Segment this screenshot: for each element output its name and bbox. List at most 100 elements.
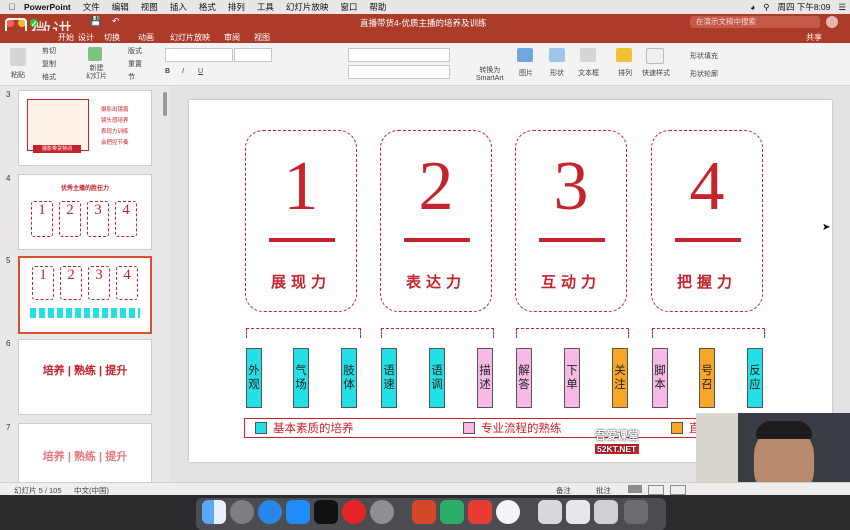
search-icon[interactable]: ⚲ [763, 2, 769, 13]
font-size-select[interactable] [234, 48, 272, 62]
slide-thumbnail-5[interactable]: 1 2 3 4 [18, 256, 152, 334]
current-slide[interactable]: 1 展现力 2 表达力 3 互动力 4 把握力 外观 气场 肢体 语速 语调 描… [189, 100, 832, 462]
window-thumbnail-icon[interactable] [594, 500, 618, 524]
shape-fill-button[interactable]: 形状填充 [690, 51, 718, 61]
thumbnail-caption: 摄影带货特训 [33, 145, 81, 153]
arrange-icon[interactable] [616, 48, 632, 62]
menu-help[interactable]: 帮助 [369, 1, 386, 13]
powerpoint-icon[interactable] [412, 500, 436, 524]
normal-view-icon[interactable] [628, 485, 642, 493]
menu-tools[interactable]: 工具 [257, 1, 274, 13]
slide-thumbnail-4[interactable]: 优秀主播的胜任力 1 2 3 4 [18, 174, 152, 250]
format-painter-button[interactable]: 格式 [42, 72, 56, 82]
picture-icon[interactable] [517, 48, 533, 62]
music-icon[interactable] [342, 500, 366, 524]
menu-format[interactable]: 格式 [199, 1, 216, 13]
new-slide-button[interactable]: 新建 幻灯片 [86, 65, 107, 81]
share-button[interactable]: 共享 [806, 32, 822, 43]
card-number: 4 [689, 148, 725, 225]
finder-icon[interactable] [202, 500, 226, 524]
new-slide-icon[interactable] [88, 47, 102, 61]
group-bracket [516, 328, 629, 338]
slide-thumbnail-7[interactable]: 培养 | 熟练 | 提升 [18, 423, 152, 482]
card-label: 表达力 [405, 274, 466, 291]
menu-insert[interactable]: 插入 [170, 1, 187, 13]
arrange-button[interactable]: 排列 [618, 68, 632, 78]
app-menu[interactable]: PowerPoint [24, 2, 71, 12]
control-center-icon[interactable]: ☰ [838, 2, 846, 13]
trash-icon[interactable] [624, 500, 648, 524]
document-icon[interactable] [538, 500, 562, 524]
search-input[interactable]: 在演示文稿中搜索 [690, 16, 820, 28]
card-number: 2 [418, 148, 454, 225]
menu-slideshow[interactable]: 幻灯片放映 [286, 1, 329, 13]
skill-box: 解答 [516, 348, 532, 408]
alignment-controls[interactable] [348, 65, 450, 79]
reset-button[interactable]: 重置 [128, 59, 142, 69]
tab-home[interactable]: 开始 [58, 32, 74, 43]
document-title: 直播带货4-优质主播的培养及训练 [360, 18, 487, 28]
menu-window[interactable]: 窗口 [340, 1, 357, 13]
tab-slideshow[interactable]: 幻灯片放映 [170, 32, 210, 43]
slide-thumbnail-6[interactable]: 培养 | 熟练 | 提升 [18, 339, 152, 415]
copy-button[interactable]: 复制 [42, 59, 56, 69]
cloud-app-icon[interactable] [496, 500, 520, 524]
thumbnail-scrollbar[interactable] [163, 92, 167, 116]
tab-design[interactable]: 设计 [78, 32, 94, 43]
app-store-icon[interactable] [286, 500, 310, 524]
wechat-icon[interactable] [440, 500, 464, 524]
cut-button[interactable]: 剪切 [42, 46, 56, 56]
presenter-hair [756, 421, 812, 439]
xmind-icon[interactable] [468, 500, 492, 524]
paragraph-controls[interactable] [348, 48, 450, 62]
wifi-icon[interactable]: ◕ [750, 2, 755, 12]
competency-card: 1 展现力 [245, 130, 357, 312]
font-name-select[interactable] [165, 48, 233, 62]
thumbnail-title: 优秀主播的胜任力 [60, 186, 109, 192]
clock[interactable]: 周四 下午8:09 [777, 1, 830, 13]
picture-button[interactable]: 图片 [519, 68, 533, 78]
menu-view[interactable]: 视图 [141, 1, 158, 13]
textbox-icon[interactable] [580, 48, 596, 62]
layout-button[interactable]: 版式 [128, 46, 142, 56]
reading-view-icon[interactable] [670, 485, 686, 495]
paste-icon[interactable] [10, 48, 26, 66]
window-thumbnail-icon[interactable] [566, 500, 590, 524]
slide-thumbnail-3[interactable]: 摄影带货特训 摄影出镜篇 镜头感培养 表现力训练 会把控节奏 [18, 90, 152, 166]
tab-review[interactable]: 审阅 [224, 32, 240, 43]
system-preferences-icon[interactable] [370, 500, 394, 524]
quick-styles-icon[interactable] [646, 48, 664, 64]
tab-transitions[interactable]: 切换 [104, 32, 120, 43]
quick-styles-button[interactable]: 快速样式 [642, 68, 670, 78]
card-underline [539, 238, 605, 242]
thumbnail-digit: 1 [32, 266, 54, 300]
shape-button[interactable]: 形状 [550, 68, 564, 78]
italic-button[interactable]: I [182, 68, 184, 75]
competency-card: 4 把握力 [651, 130, 763, 312]
slide-thumbnail-pane: 3 摄影带货特训 摄影出镜篇 镜头感培养 表现力训练 会把控节奏 4 优秀主播的胜任力… [0, 86, 171, 482]
apple-icon[interactable]:  [6, 2, 18, 12]
textbox-button[interactable]: 文本框 [578, 68, 599, 78]
menu-file[interactable]: 文件 [83, 1, 100, 13]
sorter-view-icon[interactable] [648, 485, 664, 495]
menu-edit[interactable]: 编辑 [112, 1, 129, 13]
launchpad-icon[interactable] [230, 500, 254, 524]
shape-icon[interactable] [549, 48, 565, 62]
underline-button[interactable]: U [198, 68, 203, 75]
tab-view[interactable]: 视图 [254, 32, 270, 43]
safari-icon[interactable] [258, 500, 282, 524]
section-button[interactable]: 节 [128, 72, 135, 82]
user-avatar[interactable] [826, 16, 838, 28]
thumbnail-number: 3 [6, 90, 11, 99]
bold-button[interactable]: B [165, 68, 170, 75]
menu-arrange[interactable]: 排列 [228, 1, 245, 13]
competency-card: 3 互动力 [515, 130, 627, 312]
thumbnail-number: 4 [6, 174, 11, 183]
convert-smartart-button[interactable]: 转换为 SmartArt [476, 67, 504, 83]
site-watermark-title: 吾爱课堂 [595, 430, 639, 442]
skill-box: 肢体 [341, 348, 357, 408]
window-titlebar: 💾 ↶ 直播带货4-优质主播的培养及训练 在演示文稿中搜索 [0, 14, 850, 31]
capcut-icon[interactable] [314, 500, 338, 524]
tab-animations[interactable]: 动画 [138, 32, 154, 43]
shape-outline-button[interactable]: 形状轮廓 [690, 69, 718, 79]
